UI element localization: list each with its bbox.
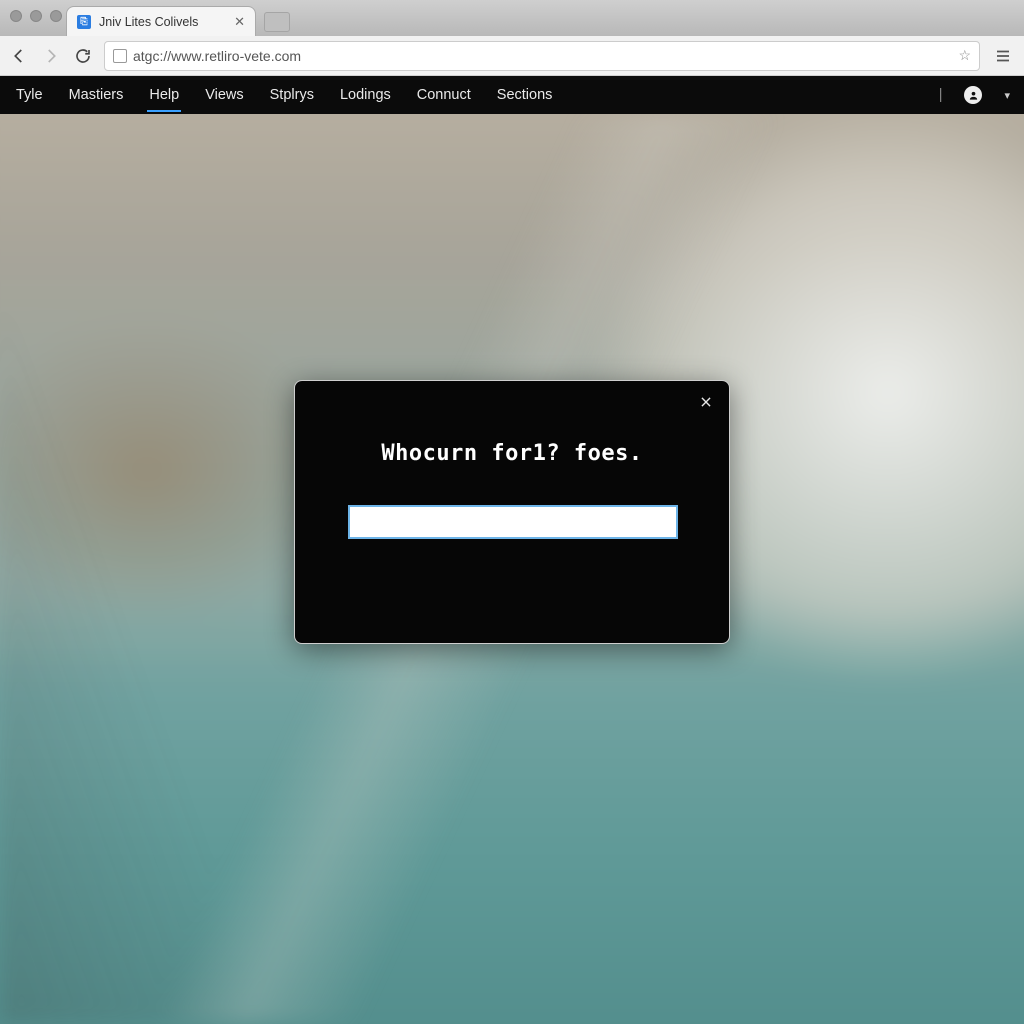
page-info-icon[interactable] xyxy=(113,49,127,63)
back-button[interactable] xyxy=(8,45,30,67)
new-tab-button[interactable] xyxy=(264,12,290,32)
bookmark-star-icon[interactable]: ☆ xyxy=(958,47,971,64)
reload-button[interactable] xyxy=(72,45,94,67)
tab-close-icon[interactable]: ✕ xyxy=(234,14,245,30)
menubar-divider: | xyxy=(939,87,943,103)
modal-close-button[interactable] xyxy=(695,391,717,413)
window-maximize-dot[interactable] xyxy=(50,10,62,22)
user-menu-chevron-icon[interactable]: ▾ xyxy=(1004,89,1010,102)
menu-help[interactable]: Help xyxy=(147,78,181,112)
browser-toolbar: atgc://www.retliro-vete.com ☆ xyxy=(0,36,1024,76)
address-bar[interactable]: atgc://www.retliro-vete.com ☆ xyxy=(104,41,980,71)
tab-favicon: ⎘ xyxy=(77,15,91,29)
forward-button[interactable] xyxy=(40,45,62,67)
modal-prompt-text: Whocurn for1? foes. xyxy=(295,441,729,466)
menu-sections[interactable]: Sections xyxy=(495,78,555,112)
menu-stplrys[interactable]: Stplrys xyxy=(268,78,316,112)
browser-tab-strip: ⎘ Jniv Lites Colivels ✕ xyxy=(0,0,1024,36)
browser-tab[interactable]: ⎘ Jniv Lites Colivels ✕ xyxy=(66,6,256,36)
site-menubar: Tyle Mastiers Help Views Stplrys Lodings… xyxy=(0,76,1024,114)
menu-views[interactable]: Views xyxy=(203,78,245,112)
tab-title: Jniv Lites Colivels xyxy=(99,15,198,29)
menu-lodings[interactable]: Lodings xyxy=(338,78,393,112)
url-text: atgc://www.retliro-vete.com xyxy=(133,48,952,64)
modal-text-input[interactable] xyxy=(348,505,678,539)
window-controls xyxy=(10,10,62,22)
menu-mastiers[interactable]: Mastiers xyxy=(67,78,126,112)
prompt-modal: Whocurn for1? foes. xyxy=(294,380,730,644)
window-close-dot[interactable] xyxy=(10,10,22,22)
menu-connuct[interactable]: Connuct xyxy=(415,78,473,112)
user-avatar[interactable] xyxy=(964,86,982,104)
browser-menu-button[interactable] xyxy=(990,43,1016,69)
page-hero: Whocurn for1? foes. xyxy=(0,114,1024,1024)
window-minimize-dot[interactable] xyxy=(30,10,42,22)
menu-tyle[interactable]: Tyle xyxy=(14,78,45,112)
